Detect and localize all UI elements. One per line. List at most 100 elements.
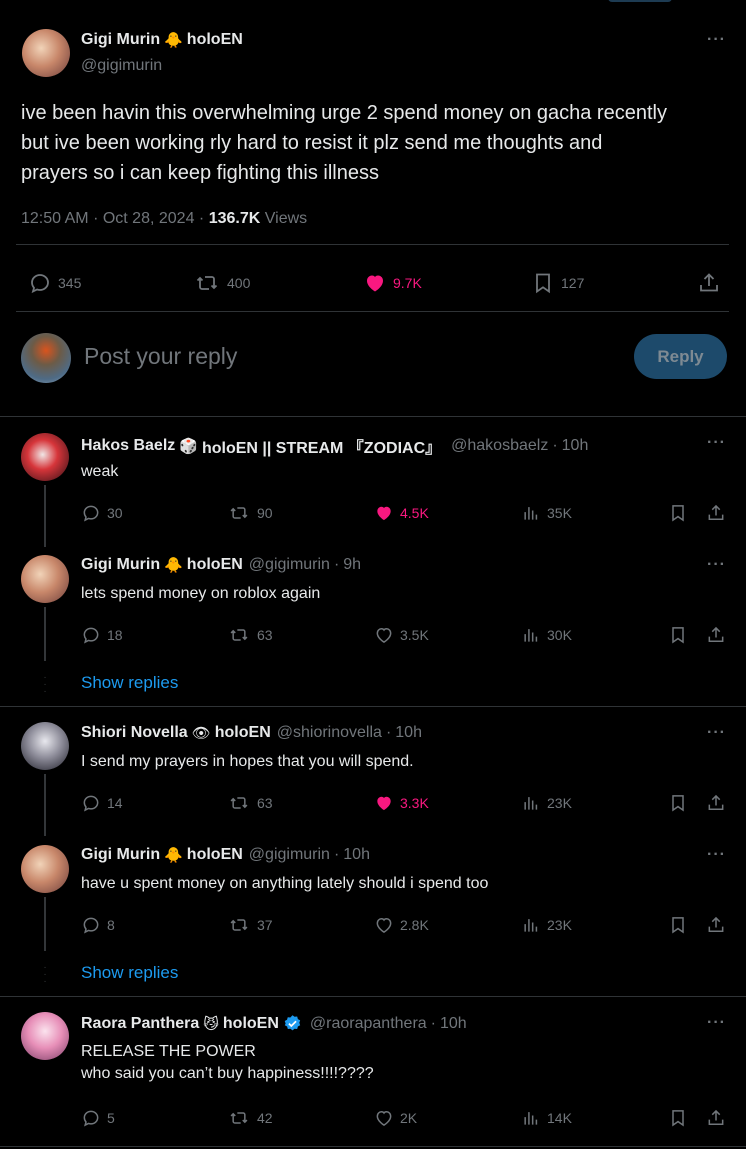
views-action[interactable]: 14K <box>521 1108 572 1128</box>
reply-action[interactable]: 5 <box>81 1108 115 1128</box>
bookmark-action[interactable]: 127 <box>531 271 584 295</box>
share-action[interactable] <box>706 1108 726 1128</box>
more-options-icon[interactable]: ··· <box>707 1014 726 1032</box>
author-name[interactable]: Hakos Baelz <box>81 437 175 455</box>
like-count: 2.8K <box>400 917 429 933</box>
repost-action[interactable]: 400 <box>193 271 250 295</box>
author-handle[interactable]: @gigimurin <box>249 556 330 574</box>
avatar[interactable] <box>21 722 69 770</box>
author-handle[interactable]: @gigimurin <box>249 846 330 864</box>
post-time[interactable]: 12:50 AM <box>21 210 89 227</box>
repost-count: 90 <box>257 505 273 521</box>
chick-emoji-icon: 🐥 <box>164 847 183 864</box>
share-action[interactable] <box>706 625 726 645</box>
author-org[interactable]: holoEN <box>187 556 243 574</box>
author-handle[interactable]: @gigimurin <box>81 57 162 75</box>
more-options-icon[interactable]: ··· <box>707 31 726 49</box>
avatar[interactable] <box>21 433 69 481</box>
avatar[interactable] <box>22 29 70 77</box>
author-org[interactable]: holoEN <box>187 846 243 864</box>
reply-action[interactable]: 18 <box>81 625 123 645</box>
more-options-icon[interactable]: ··· <box>707 846 726 864</box>
reply-input[interactable]: Post your reply <box>84 343 237 370</box>
reply-icon <box>83 1110 99 1127</box>
share-icon <box>708 794 724 810</box>
reply-action[interactable]: 14 <box>81 793 123 813</box>
more-options-icon[interactable]: ··· <box>707 556 726 574</box>
reply-action[interactable]: 30 <box>81 503 123 523</box>
author-handle[interactable]: @shiorinovella <box>277 724 382 742</box>
bookmark-action[interactable] <box>668 1108 688 1128</box>
reply-action[interactable]: 345 <box>28 271 81 295</box>
author-org[interactable]: holoEN <box>223 1015 279 1033</box>
reply-action[interactable]: 8 <box>81 915 115 935</box>
repost-icon <box>230 629 248 641</box>
avatar[interactable] <box>21 845 69 893</box>
repost-action[interactable]: 90 <box>227 503 273 523</box>
author-name[interactable]: Shiori Novella <box>81 724 188 742</box>
repost-action[interactable]: 63 <box>227 793 273 813</box>
views-action[interactable]: 30K <box>521 625 572 645</box>
share-action[interactable] <box>706 915 726 935</box>
like-action[interactable]: 2.8K <box>374 915 429 935</box>
author-name[interactable]: Raora Panthera <box>81 1015 199 1033</box>
post-date[interactable]: Oct 28, 2024 <box>103 210 195 227</box>
user-avatar[interactable] <box>21 333 71 383</box>
bookmark-icon <box>536 273 550 294</box>
bookmark-action[interactable] <box>668 793 688 813</box>
author-handle[interactable]: @raorapanthera <box>310 1015 427 1033</box>
avatar[interactable] <box>21 1012 69 1060</box>
bookmark-action[interactable] <box>668 503 688 523</box>
author-name[interactable]: Gigi Murin <box>81 846 160 864</box>
post-author[interactable]: Gigi Murin 🐥 holoEN <box>81 31 243 49</box>
like-action[interactable]: 3.5K <box>374 625 429 645</box>
heart-icon <box>376 1110 392 1126</box>
post-text-line: ive been havin this overwhelming urge 2 … <box>21 102 667 124</box>
post-age[interactable]: 10h <box>562 437 589 455</box>
repost-action[interactable]: 42 <box>227 1108 273 1128</box>
repost-count: 400 <box>227 275 251 291</box>
author-org[interactable]: holoEN || STREAM 『ZODIAC』 <box>202 434 441 458</box>
repost-action[interactable]: 37 <box>227 915 273 935</box>
reply-text: have u spent money on anything lately sh… <box>81 875 489 892</box>
share-action[interactable] <box>697 271 721 295</box>
like-action[interactable]: 9.7K <box>363 271 422 295</box>
author-handle[interactable]: @hakosbaelz <box>451 437 548 455</box>
show-replies-link[interactable]: Show replies <box>81 963 178 983</box>
show-replies-link[interactable]: Show replies <box>81 673 178 693</box>
view-count: 14K <box>547 1110 572 1126</box>
post-age[interactable]: 10h <box>395 724 422 742</box>
divider <box>16 311 729 312</box>
views-action[interactable]: 23K <box>521 793 572 813</box>
analytics-icon <box>524 1112 538 1125</box>
more-options-icon[interactable]: ··· <box>707 724 726 742</box>
post-age[interactable]: 9h <box>343 556 361 574</box>
reply-header: Shiori Novella 👁 holoEN @shiorinovella ·… <box>81 724 422 742</box>
share-icon <box>708 626 724 642</box>
like-action[interactable]: 4.5K <box>374 503 429 523</box>
views-action[interactable]: 35K <box>521 503 572 523</box>
share-action[interactable] <box>706 793 726 813</box>
more-options-icon[interactable]: ··· <box>707 434 726 452</box>
post-age[interactable]: 10h <box>440 1015 467 1033</box>
post-age[interactable]: 10h <box>343 846 370 864</box>
view-count: 35K <box>547 505 572 521</box>
reply-header: Gigi Murin 🐥 holoEN @gigimurin · 9h <box>81 556 362 574</box>
dice-emoji-icon: 🎲 <box>179 438 198 455</box>
chick-emoji-icon: 🐥 <box>164 32 183 49</box>
like-action[interactable]: 2K <box>374 1108 417 1128</box>
share-action[interactable] <box>706 503 726 523</box>
author-name[interactable]: Gigi Murin <box>81 556 160 574</box>
author-name[interactable]: Gigi Murin <box>81 31 160 49</box>
reply-text: lets spend money on roblox again <box>81 585 321 602</box>
like-action[interactable]: 3.3K <box>374 793 429 813</box>
author-org[interactable]: holoEN <box>215 724 271 742</box>
bookmark-icon <box>672 917 684 934</box>
reply-button[interactable]: Reply <box>634 334 727 379</box>
views-action[interactable]: 23K <box>521 915 572 935</box>
bookmark-action[interactable] <box>668 915 688 935</box>
author-org[interactable]: holoEN <box>187 31 243 49</box>
repost-action[interactable]: 63 <box>227 625 273 645</box>
avatar[interactable] <box>21 555 69 603</box>
bookmark-action[interactable] <box>668 625 688 645</box>
